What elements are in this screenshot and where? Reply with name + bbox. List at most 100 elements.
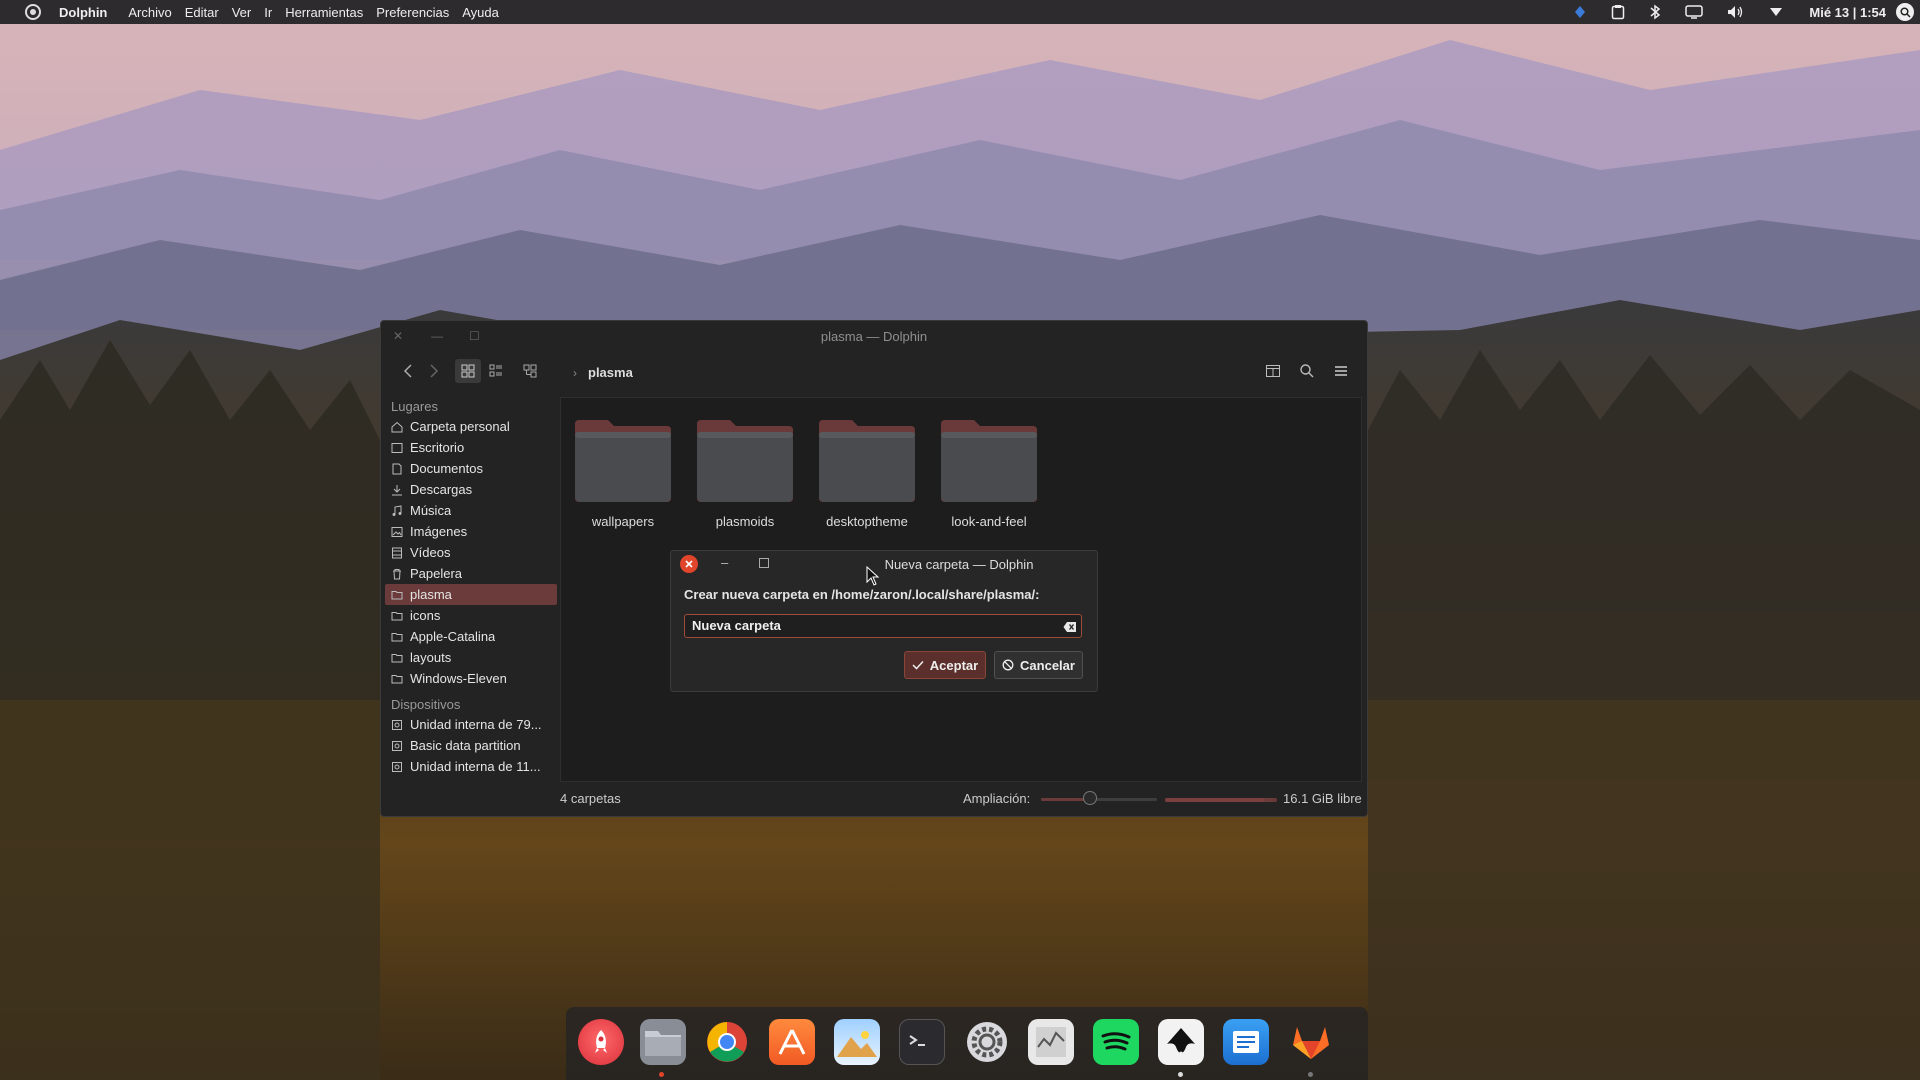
maximize-icon[interactable] [759, 558, 769, 568]
launchpad-icon[interactable] [578, 1019, 624, 1065]
inkscape-icon[interactable] [1158, 1019, 1204, 1065]
places-item[interactable]: Vídeos [385, 542, 557, 563]
details-view-button[interactable] [483, 359, 509, 383]
photos-icon[interactable] [834, 1019, 880, 1065]
places-item[interactable]: Imágenes [385, 521, 557, 542]
menu-preferencias[interactable]: Preferencias [376, 5, 449, 20]
running-indicator [659, 1072, 664, 1077]
clipboard-icon[interactable] [1611, 4, 1625, 20]
menu-archivo[interactable]: Archivo [128, 5, 171, 20]
drive-icon [391, 761, 403, 773]
folder-icon [391, 610, 403, 622]
videos-icon [391, 547, 403, 559]
clock[interactable]: Mié 13 | 1:54 [1809, 5, 1886, 20]
dialog-prompt: Crear nueva carpeta en /home/zaron/.loca… [684, 587, 1040, 602]
spotify-icon[interactable] [1093, 1019, 1139, 1065]
clear-text-icon[interactable] [1063, 620, 1077, 638]
active-app-name[interactable]: Dolphin [59, 5, 107, 20]
places-item[interactable]: icons [385, 605, 557, 626]
devices-item[interactable]: Basic data partition [385, 735, 557, 756]
text-editor-icon[interactable] [1223, 1019, 1269, 1065]
zoom-slider[interactable] [1041, 798, 1157, 801]
search-icon[interactable] [1896, 3, 1914, 21]
dialog-title: Nueva carpeta — Dolphin [884, 557, 1034, 572]
images-icon [391, 526, 403, 538]
window-titlebar[interactable]: ✕ — ☐ plasma — Dolphin [381, 321, 1367, 351]
search-button[interactable] [1294, 359, 1320, 383]
app-launcher-icon[interactable] [25, 4, 41, 20]
devices-item[interactable]: Unidad interna de 79... [385, 714, 557, 735]
devices-item[interactable]: Unidad interna de 11... [385, 756, 557, 777]
places-item[interactable]: Descargas [385, 479, 557, 500]
menu-editar[interactable]: Editar [185, 5, 219, 20]
display-icon[interactable] [1685, 5, 1704, 19]
folder-item[interactable]: look-and-feel [937, 418, 1041, 529]
places-item[interactable]: Carpeta personal [385, 416, 557, 437]
places-item[interactable]: Música [385, 500, 557, 521]
cancel-icon [1002, 659, 1014, 671]
places-item[interactable]: plasma [385, 584, 557, 605]
close-icon[interactable] [680, 555, 698, 573]
menu-ayuda[interactable]: Ayuda [462, 5, 499, 20]
folder-item[interactable]: wallpapers [571, 418, 675, 529]
places-item[interactable]: Papelera [385, 563, 557, 584]
places-item-label: Imágenes [410, 524, 468, 539]
places-item[interactable]: Apple-Catalina [385, 626, 557, 647]
appstore-icon[interactable] [769, 1019, 815, 1065]
folder-item[interactable]: plasmoids [693, 418, 797, 529]
system-monitor-icon[interactable] [1028, 1019, 1074, 1065]
places-item-label: plasma [410, 587, 452, 602]
folder-icon [391, 652, 403, 664]
panel-toggle-button[interactable] [1260, 359, 1286, 383]
places-item-label: Vídeos [410, 545, 451, 560]
chrome-icon[interactable] [704, 1019, 750, 1065]
split-view-button[interactable] [517, 359, 543, 383]
places-item[interactable]: layouts [385, 647, 557, 668]
menu-ver[interactable]: Ver [232, 5, 252, 20]
terminal-icon[interactable] [899, 1019, 945, 1065]
places-item[interactable]: Windows-Eleven [385, 668, 557, 689]
hamburger-icon [1335, 366, 1347, 376]
settings-icon[interactable] [964, 1019, 1010, 1065]
hamburger-menu-button[interactable] [1328, 359, 1354, 383]
gitlab-icon[interactable] [1288, 1019, 1334, 1065]
places-item-label: Música [410, 503, 452, 518]
bluetooth-icon[interactable] [1649, 4, 1661, 20]
folder-name-field[interactable] [684, 614, 1082, 638]
icons-view-button[interactable] [455, 359, 481, 383]
discover-update-icon[interactable] [1573, 5, 1587, 19]
menu-ir[interactable]: Ir [264, 5, 272, 20]
drive-icon [391, 740, 403, 752]
minimize-icon[interactable]: – [721, 555, 728, 570]
accept-button[interactable]: Aceptar [904, 651, 986, 679]
running-indicator [1178, 1072, 1183, 1077]
folder-icon [938, 418, 1040, 506]
breadcrumb-chevron-icon: › [573, 366, 577, 380]
folder-name-input[interactable] [692, 618, 1052, 633]
places-item-label: layouts [410, 650, 452, 665]
tree-icon [523, 364, 537, 378]
places-item[interactable]: Documentos [385, 458, 557, 479]
places-item[interactable]: Escritorio [385, 437, 557, 458]
folder-label: desktoptheme [826, 514, 908, 529]
folder-icon [391, 631, 403, 643]
folder-item[interactable]: desktoptheme [815, 418, 919, 529]
running-indicator [1308, 1072, 1313, 1077]
volume-icon[interactable] [1727, 5, 1745, 19]
forward-button[interactable] [421, 359, 447, 383]
breadcrumb-current[interactable]: plasma [588, 365, 633, 380]
downloads-icon [391, 484, 403, 496]
menu-herramientas[interactable]: Herramientas [285, 5, 363, 20]
back-button[interactable] [395, 359, 421, 383]
item-count: 4 carpetas [560, 791, 621, 806]
network-icon[interactable] [1769, 7, 1783, 17]
home-icon [391, 421, 403, 433]
zoom-label: Ampliación: [963, 791, 1031, 806]
toolbar: › plasma [381, 353, 1367, 389]
folder-icon [572, 418, 674, 506]
zoom-slider-handle[interactable] [1083, 791, 1097, 805]
cancel-button[interactable]: Cancelar [994, 651, 1083, 679]
folder-icon [391, 589, 403, 601]
chevron-left-icon [403, 364, 412, 378]
files-icon[interactable] [640, 1019, 686, 1065]
